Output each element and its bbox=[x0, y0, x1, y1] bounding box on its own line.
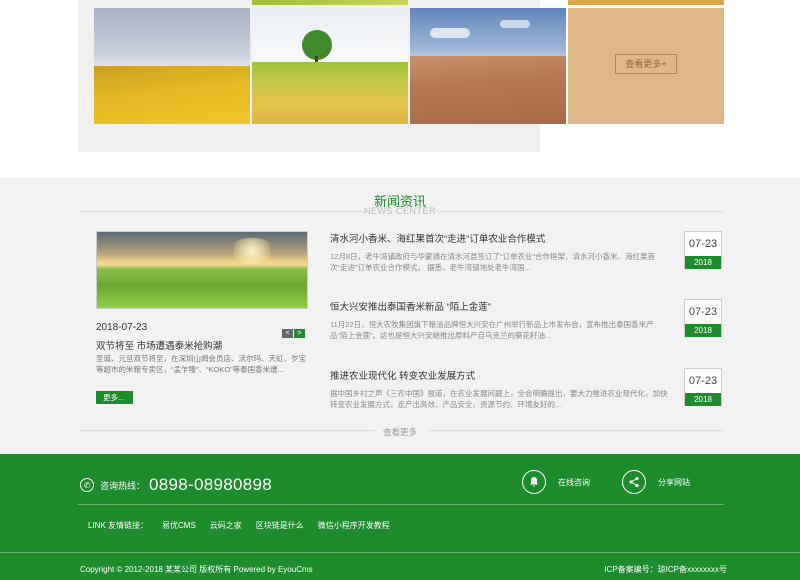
gallery-image-rapeseed[interactable] bbox=[94, 8, 250, 124]
gallery-image-wheat-field[interactable] bbox=[410, 8, 566, 124]
featured-news-image[interactable] bbox=[96, 231, 308, 309]
share-icon bbox=[622, 470, 646, 494]
share-site-button[interactable]: 分享网站 bbox=[622, 470, 690, 494]
news-list-item[interactable]: 恒大兴安推出泰国香米新品 “陌上金莲” 11月22日，恒大农牧集团旗下粮油品牌恒… bbox=[330, 299, 722, 341]
footer-hotline: ✆ 咨询热线： 0898-08980898 bbox=[80, 475, 272, 495]
gallery-more-button[interactable]: 查看更多+ bbox=[615, 54, 677, 74]
news-item-excerpt: 据中国乡村之声《三农中国》报道，在农业发展问题上，全会明确提出，要大力推进农业现… bbox=[330, 389, 668, 409]
news-item-excerpt: 12月8日，老牛湾镇政府与华蒙通在清水河县签订了“订单农业”合作框架，清水河小香… bbox=[330, 252, 656, 272]
gallery-more-tile: 查看更多+ bbox=[568, 8, 724, 124]
friend-links-label: LINK 友情链接： bbox=[88, 521, 149, 530]
news-item-year: 2018 bbox=[685, 324, 721, 337]
gallery-tile-strip[interactable] bbox=[568, 0, 724, 5]
hotline-label: 咨询热线： bbox=[100, 480, 146, 491]
featured-news-date: 2018-07-23 bbox=[96, 322, 148, 333]
footer-divider bbox=[0, 552, 800, 553]
copyright-text: Copyright © 2012-2018 某某公司 版权所有 Powered … bbox=[80, 565, 313, 574]
hotline-number: 0898-08980898 bbox=[149, 475, 273, 494]
site-footer: ✆ 咨询热线： 0898-08980898 在线咨询 分享网站 LINK 友情链… bbox=[0, 454, 800, 580]
news-view-more-link[interactable]: 查看更多 bbox=[0, 426, 800, 438]
news-item-year: 2018 bbox=[685, 256, 721, 269]
footer-divider bbox=[78, 504, 724, 505]
arrow-left-icon[interactable]: < bbox=[282, 329, 293, 338]
friend-links: LINK 友情链接： 易优CMS 云码之家 区块链是什么 微信小程序开发教程 bbox=[88, 520, 404, 531]
online-consult-button[interactable]: 在线咨询 bbox=[522, 470, 590, 494]
news-item-excerpt: 11月22日，恒大农牧集团旗下粮油品牌恒大兴安在广州举行新品上市发布会，宣布推出… bbox=[330, 320, 654, 340]
online-consult-label: 在线咨询 bbox=[558, 477, 590, 487]
news-item-title[interactable]: 推进农业现代化 转变农业发展方式 bbox=[330, 368, 722, 382]
chat-bell-icon bbox=[522, 470, 546, 494]
news-item-month-day: 07-23 bbox=[688, 306, 718, 318]
arrow-right-icon[interactable]: > bbox=[294, 329, 305, 338]
friend-link[interactable]: 易优CMS bbox=[162, 520, 196, 531]
phone-icon: ✆ bbox=[80, 478, 94, 492]
news-item-title[interactable]: 清水河小香米、海红果首次“走进”订单农业合作模式 bbox=[330, 231, 722, 245]
friend-link[interactable]: 云码之家 bbox=[210, 520, 242, 531]
icp-record-text[interactable]: ICP备案编号：琼ICP备xxxxxxxx号 bbox=[604, 564, 727, 575]
featured-news-title[interactable]: 双节将至 市场遭遇泰米抢购潮 bbox=[96, 338, 222, 352]
news-section: 新闻资讯 NEWS CENTER 2018-07-23 < > 双节将至 市场遭遇… bbox=[0, 178, 800, 454]
news-list-item[interactable]: 推进农业现代化 转变农业发展方式 据中国乡村之声《三农中国》报道，在农业发展问题… bbox=[330, 368, 722, 410]
news-item-year: 2018 bbox=[685, 393, 721, 406]
news-section-subtitle: NEWS CENTER bbox=[363, 206, 436, 216]
featured-news-excerpt: 圣诞、元旦双节将至，在深圳山姆会员店、沃尔玛、天虹、岁宝等超市的米粮专卖区，“孟… bbox=[96, 354, 306, 374]
news-item-title[interactable]: 恒大兴安推出泰国香米新品 “陌上金莲” bbox=[330, 299, 722, 313]
featured-news-pager: < > bbox=[282, 322, 305, 340]
friend-link[interactable]: 微信小程序开发教程 bbox=[318, 520, 390, 531]
news-item-month-day: 07-23 bbox=[688, 238, 718, 250]
news-item-date-badge: 07-23 2018 bbox=[684, 299, 722, 337]
news-item-date-badge: 07-23 2018 bbox=[684, 368, 722, 406]
friend-link[interactable]: 区块链是什么 bbox=[256, 520, 304, 531]
share-site-label: 分享网站 bbox=[658, 477, 690, 487]
gallery-tile-strip[interactable] bbox=[252, 0, 408, 5]
news-item-date-badge: 07-23 2018 bbox=[684, 231, 722, 269]
gallery-image-green-field[interactable] bbox=[252, 8, 408, 124]
news-item-month-day: 07-23 bbox=[688, 375, 718, 387]
featured-news-more-button[interactable]: 更多... bbox=[96, 391, 133, 404]
news-list-item[interactable]: 清水河小香米、海红果首次“走进”订单农业合作模式 12月8日，老牛湾镇政府与华蒙… bbox=[330, 231, 722, 273]
